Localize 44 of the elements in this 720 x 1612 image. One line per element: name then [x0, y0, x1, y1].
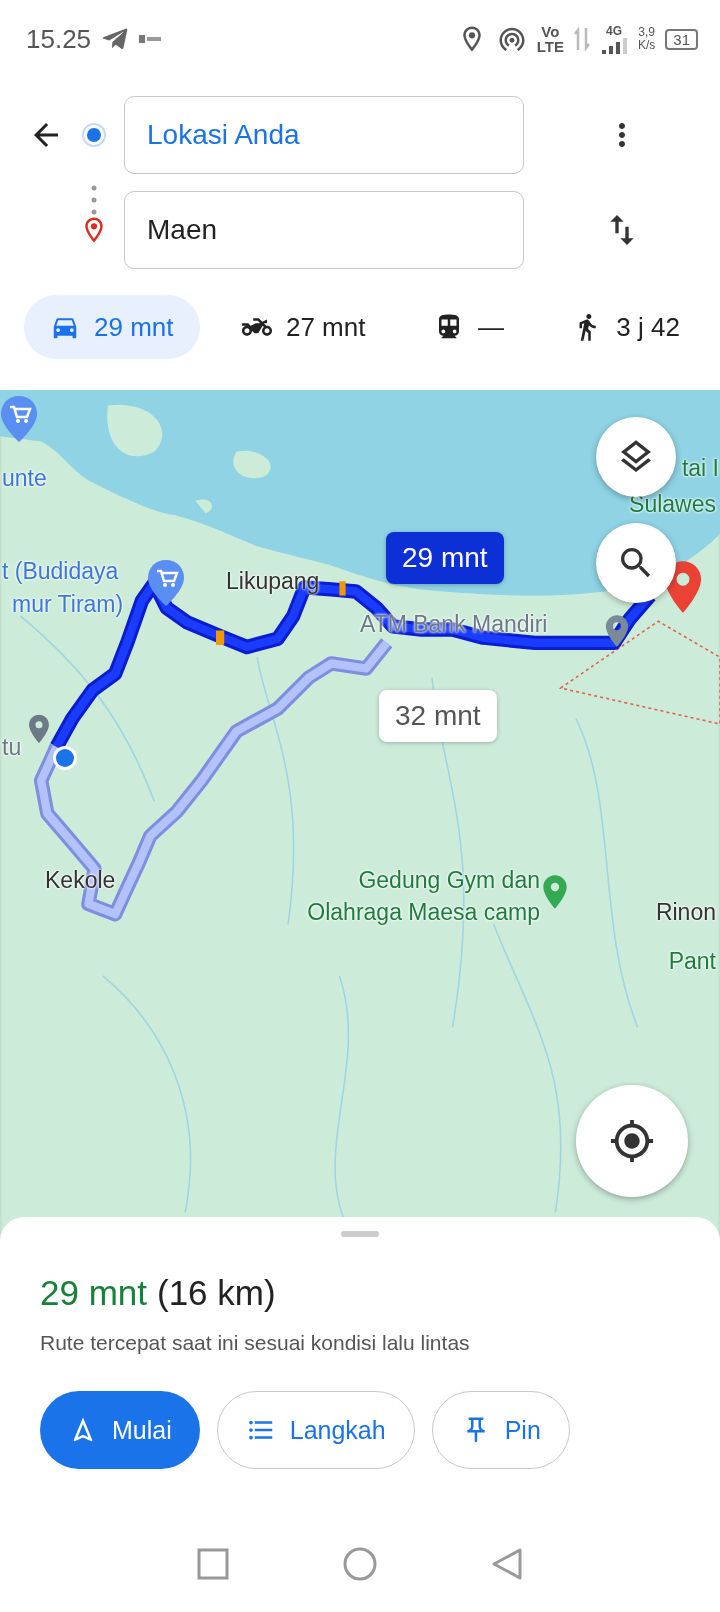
map-label: t (Budidaya — [2, 557, 119, 586]
network-type: 4G — [605, 24, 622, 38]
network-speed: 3,9 — [638, 26, 655, 39]
home-icon[interactable] — [342, 1546, 378, 1582]
battery-indicator: 31 — [665, 28, 698, 50]
travel-mode-tab[interactable]: — — [407, 295, 530, 359]
start-button[interactable]: Mulai — [40, 1391, 200, 1469]
route-distance: (16 km) — [157, 1273, 276, 1313]
volte-text: LTE — [536, 39, 564, 54]
map-label: Sulawes — [629, 490, 716, 519]
my-location-button[interactable] — [576, 1085, 688, 1197]
map-label: Likupang — [226, 567, 320, 596]
map-label: tai I — [681, 454, 719, 483]
route-time-callout[interactable]: 32 mnt — [379, 690, 497, 742]
drag-handle[interactable] — [341, 1231, 379, 1237]
current-location-icon — [52, 745, 78, 771]
destination-field[interactable]: Maen — [124, 191, 524, 269]
route-time-callout[interactable]: 29 mnt — [386, 532, 504, 584]
origin-dot-icon — [81, 122, 107, 148]
network-speed: K/s — [637, 39, 656, 52]
back-nav-icon[interactable] — [490, 1547, 524, 1581]
travel-mode-tab[interactable]: 27 mnt — [215, 295, 392, 359]
crosshair-icon — [609, 1118, 655, 1164]
map-label: Pant — [668, 947, 716, 976]
map-label: tu — [2, 733, 22, 762]
route-description: Rute tercepat saat ini sesuai kondisi lalu lintas — [40, 1331, 471, 1355]
map-label: Kekole — [45, 866, 116, 895]
shopping-pin-icon[interactable] — [146, 558, 186, 608]
steps-button[interactable]: Langkah — [216, 1391, 415, 1469]
origin-field[interactable]: Lokasi Anda — [124, 96, 524, 174]
travel-mode-tab[interactable]: 3 j 42 — [546, 295, 706, 359]
route-duration: 29 mnt — [40, 1273, 147, 1313]
travel-mode-tab[interactable]: 29 mnt — [24, 295, 200, 359]
signal-icon — [599, 37, 628, 54]
map-label: mur Tiram) — [12, 590, 124, 619]
map-label: unte — [2, 464, 47, 493]
status-time: 15.25 — [26, 23, 92, 55]
map-label: Gedung Gym dan Olahraga Maesa camp — [306, 866, 540, 927]
data-arrows-icon — [573, 26, 590, 52]
volte-text: Vo — [541, 24, 560, 39]
app-logo-icon — [139, 33, 162, 45]
map-label: Rinon — [655, 898, 716, 927]
pin-button[interactable]: Pin — [431, 1391, 570, 1469]
recents-icon[interactable] — [196, 1547, 230, 1581]
